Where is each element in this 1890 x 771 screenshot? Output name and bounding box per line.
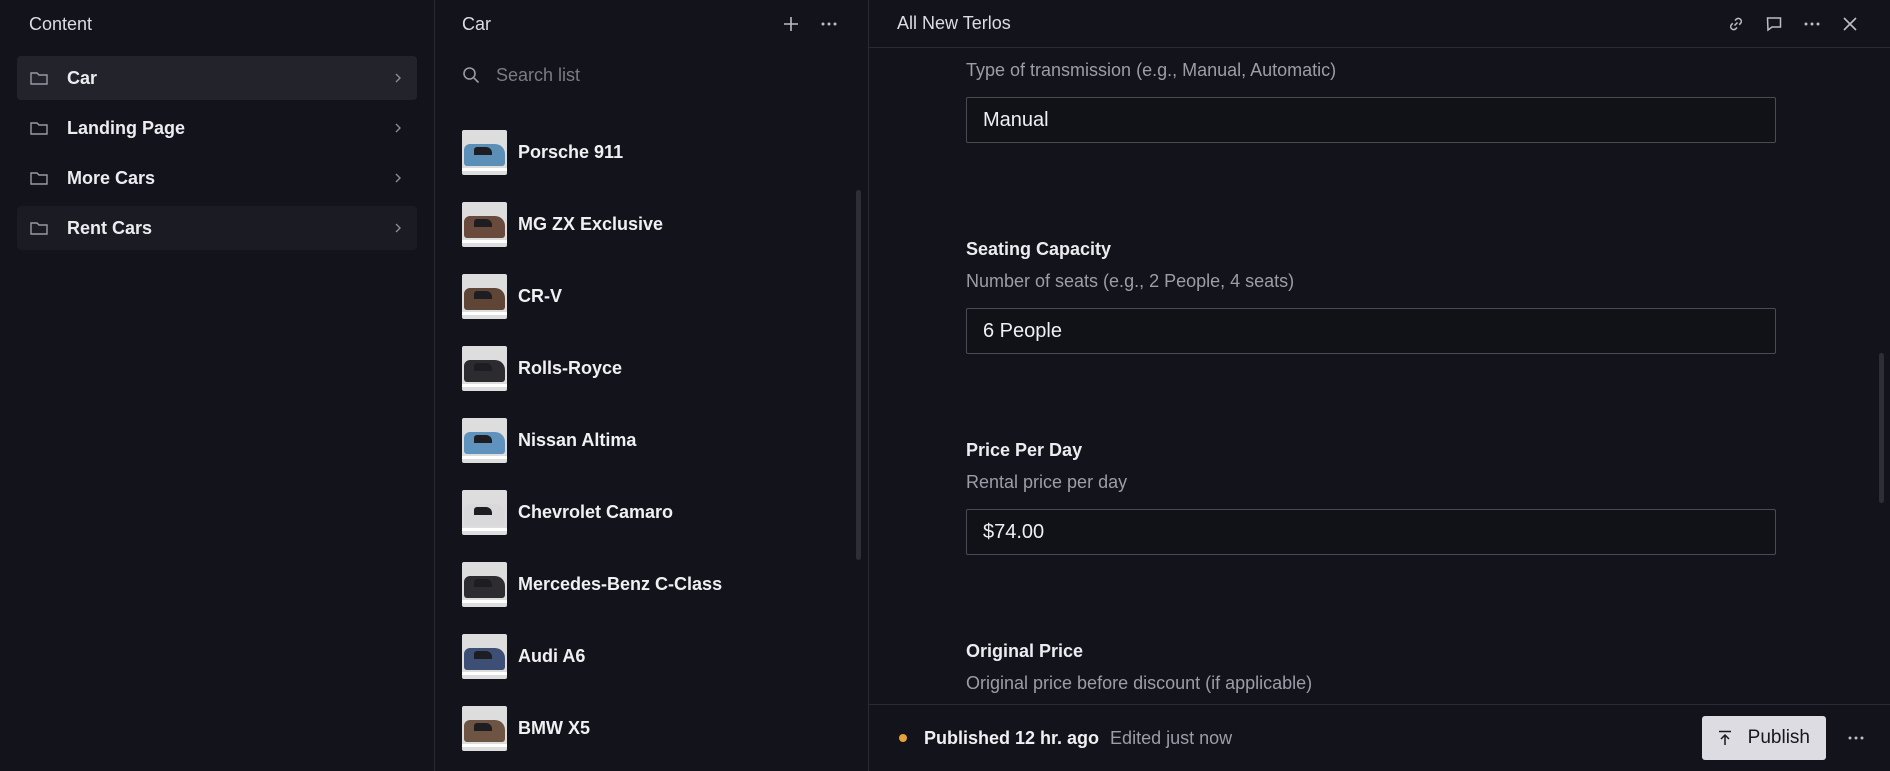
- document-list-item-title: CR-V: [518, 285, 562, 306]
- document-scrollbar[interactable]: [1879, 353, 1884, 503]
- search-bar: [435, 48, 868, 102]
- folder-item-more-cars[interactable]: More Cars: [17, 156, 417, 200]
- document-list: Porsche 911 MG ZX Exclusive CR-V Rolls-Royc…: [435, 102, 868, 764]
- document-list-item-title: Nissan Altima: [518, 429, 637, 450]
- document-list-item[interactable]: Nissan Altima: [435, 404, 868, 476]
- field-description: Type of transmission (e.g., Manual, Auto…: [966, 60, 1337, 80]
- search-icon: [463, 67, 480, 84]
- transmission-input[interactable]: [966, 97, 1776, 143]
- plus-icon: [784, 17, 798, 31]
- document-list-item[interactable]: Mercedes-Benz C-Class: [435, 548, 868, 620]
- folder-item-landing-page[interactable]: Landing Page: [17, 106, 417, 150]
- car-thumbnail: [462, 417, 507, 463]
- car-thumbnail: [462, 273, 507, 319]
- folder-item-car[interactable]: Car: [17, 56, 417, 100]
- car-thumbnail: [462, 201, 507, 247]
- document-list-item-title: Mercedes-Benz C-Class: [518, 573, 723, 594]
- edited-status: Edited just now: [1110, 727, 1233, 748]
- document-list-item[interactable]: BMW X5: [435, 692, 868, 764]
- add-document-button[interactable]: [779, 12, 803, 36]
- folder-icon: [30, 222, 48, 235]
- document-list-item-title: MG ZX Exclusive: [518, 213, 664, 234]
- car-thumbnail: [462, 489, 507, 535]
- publish-label: Publish: [1747, 727, 1810, 748]
- car-thumbnail: [462, 129, 507, 175]
- content-pane: Content Car Landing Page More Cars Rent …: [0, 0, 435, 771]
- price-per-day-input[interactable]: [966, 509, 1776, 555]
- folder-icon: [30, 72, 48, 85]
- folder-label: Landing Page: [67, 117, 186, 138]
- document-actions: [1724, 12, 1862, 36]
- folder-icon: [30, 122, 48, 135]
- document-title: All New Terlos: [897, 13, 1011, 33]
- document-list-item-title: Chevrolet Camaro: [518, 501, 674, 522]
- search-input[interactable]: [494, 63, 838, 87]
- list-pane-header: Car: [435, 0, 868, 48]
- close-icon: [1843, 16, 1857, 31]
- folder-icon: [30, 172, 48, 185]
- field-price-per-day: Price Per Day Rental price per day: [966, 440, 1776, 555]
- document-more-button[interactable]: [1800, 12, 1824, 36]
- more-horizontal-icon: [1848, 736, 1864, 740]
- document-list-item[interactable]: MG ZX Exclusive: [435, 188, 868, 260]
- document-list-item[interactable]: CR-V: [435, 260, 868, 332]
- seating-capacity-input[interactable]: [966, 308, 1776, 354]
- folder-label: Rent Cars: [67, 217, 153, 238]
- comments-button[interactable]: [1762, 12, 1786, 36]
- publish-button[interactable]: Publish: [1701, 716, 1826, 760]
- list-more-button[interactable]: [817, 12, 841, 36]
- folder-label: Car: [67, 67, 98, 88]
- document-list-item-title: Audi A6: [518, 645, 586, 666]
- document-header: All New Terlos: [869, 0, 1890, 48]
- link-icon: [1729, 17, 1743, 30]
- publish-icon: [1718, 730, 1731, 745]
- field-description: Original price before discount (if appli…: [966, 673, 1313, 693]
- content-pane-header: Content: [0, 0, 434, 48]
- car-thumbnail: [462, 345, 507, 391]
- list-pane-actions: [779, 12, 841, 36]
- document-list-item[interactable]: Chevrolet Camaro: [435, 476, 868, 548]
- chevron-right-icon: [395, 223, 401, 233]
- status-dot: [899, 734, 907, 742]
- car-thumbnail: [462, 633, 507, 679]
- publish-more-button[interactable]: [1844, 726, 1868, 750]
- document-list-item-title: Porsche 911: [518, 141, 624, 162]
- field-label: Original Price: [966, 641, 1084, 661]
- field-label: Seating Capacity: [966, 239, 1112, 259]
- comment-icon: [1766, 16, 1782, 31]
- publish-status: Published 12 hr. ago: [924, 727, 1100, 748]
- field-transmission: Type of transmission (e.g., Manual, Auto…: [966, 60, 1776, 143]
- field-label: Price Per Day: [966, 440, 1083, 460]
- field-description: Number of seats (e.g., 2 People, 4 seats…: [966, 271, 1295, 291]
- field-description: Rental price per day: [966, 472, 1128, 492]
- document-list-item-title: Rolls-Royce: [518, 357, 623, 378]
- more-horizontal-icon: [1804, 22, 1820, 25]
- copy-link-button[interactable]: [1724, 12, 1748, 36]
- document-footer: Published 12 hr. ago Edited just now Pub…: [869, 704, 1890, 771]
- document-list-item[interactable]: Rolls-Royce: [435, 332, 868, 404]
- field-seating-capacity: Seating Capacity Number of seats (e.g., …: [966, 239, 1776, 354]
- folder-label: More Cars: [67, 167, 156, 188]
- list-pane: Car Porsche 911 MG ZX Exclusive CR-V Rolls-…: [435, 0, 869, 771]
- document-list-item[interactable]: Audi A6: [435, 620, 868, 692]
- folder-list: Car Landing Page More Cars Rent Cars: [0, 48, 434, 250]
- folder-item-rent-cars[interactable]: Rent Cars: [17, 206, 417, 250]
- document-pane: All New Terlos Type of transmission (e.g…: [869, 0, 1890, 771]
- app-window: Content Car Landing Page More Cars Rent …: [0, 0, 1890, 771]
- field-original-price: Original Price Original price before dis…: [966, 641, 1776, 702]
- chevron-right-icon: [395, 123, 401, 133]
- more-horizontal-icon: [821, 22, 837, 26]
- list-pane-title: Car: [462, 13, 492, 34]
- car-thumbnail: [462, 561, 507, 607]
- document-form: Type of transmission (e.g., Manual, Auto…: [869, 48, 1890, 702]
- car-thumbnail: [462, 705, 507, 751]
- content-pane-title: Content: [29, 13, 93, 34]
- close-pane-button[interactable]: [1838, 12, 1862, 36]
- document-list-item-title: BMW X5: [518, 717, 590, 738]
- chevron-right-icon: [395, 173, 401, 183]
- list-scrollbar[interactable]: [856, 190, 861, 560]
- document-list-item[interactable]: Porsche 911: [435, 116, 868, 188]
- chevron-right-icon: [395, 73, 401, 83]
